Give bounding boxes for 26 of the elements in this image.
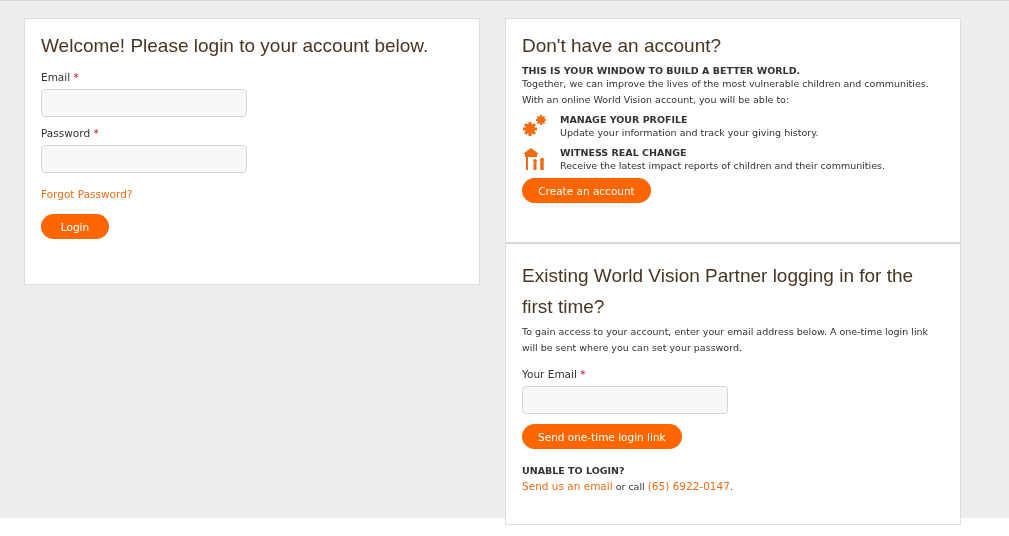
signup-heading: Don't have an account? bbox=[522, 35, 723, 57]
instructions-text: To gain access to your account, enter your email address below. A one-time login link will be sent where you can set your password. bbox=[522, 325, 930, 355]
help-heading: UNABLE TO LOGIN? bbox=[522, 465, 626, 476]
intro-text: With an online World Vision account, you will be able to: bbox=[522, 93, 791, 107]
gears-icon bbox=[522, 114, 548, 138]
field-label: Email * bbox=[41, 71, 79, 83]
tagline: THIS IS YOUR WINDOW TO BUILD A BETTER WORLD. bbox=[522, 65, 802, 76]
feature-heading: MANAGE YOUR PROFILE bbox=[560, 114, 689, 125]
contact-link[interactable]: Send us an email bbox=[522, 480, 613, 492]
contact-text: Send us an email or call (65) 6922-0147. bbox=[522, 479, 734, 494]
input-field[interactable] bbox=[41, 89, 247, 117]
feature-description: Update your information and track your giving history. bbox=[560, 126, 819, 140]
first-time-heading: Existing World Vision Partner logging in for the first time? bbox=[522, 264, 915, 319]
contact-link[interactable]: (65) 6922-0147 bbox=[647, 480, 730, 492]
field-label: Password * bbox=[41, 127, 99, 139]
login-heading: Welcome! Please login to your account below. bbox=[41, 35, 430, 57]
field-label: Your Email * bbox=[522, 368, 586, 380]
feature-description: Receive the latest impact reports of children and their communities. bbox=[560, 159, 885, 173]
send-link-button[interactable]: Send one-time login link bbox=[522, 424, 682, 449]
login-button[interactable]: Login bbox=[41, 214, 109, 239]
email-input-field[interactable] bbox=[522, 386, 728, 414]
intro-text: Together, we can improve the lives of the most vulnerable children and communities. bbox=[522, 77, 930, 91]
create-account-button[interactable]: Create an account bbox=[522, 178, 651, 203]
input-field[interactable] bbox=[41, 145, 247, 173]
feature-heading: WITNESS REAL CHANGE bbox=[560, 147, 688, 158]
forgot-password-link[interactable]: Forgot Password? bbox=[41, 188, 133, 200]
